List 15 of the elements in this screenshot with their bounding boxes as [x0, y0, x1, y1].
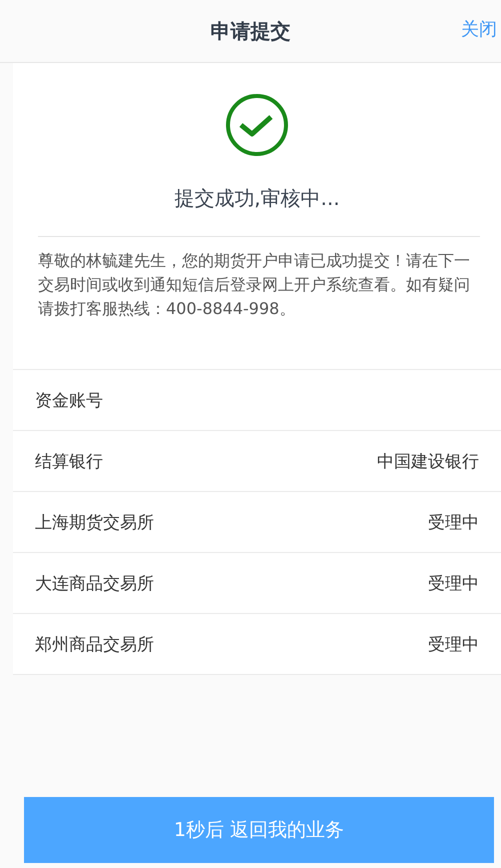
- row-value: 受理中: [428, 634, 479, 656]
- return-button[interactable]: 1秒后 返回我的业务: [24, 797, 494, 863]
- result-title: 提交成功,审核中...: [174, 185, 340, 212]
- row-label: 大连商品交易所: [35, 572, 154, 594]
- page-title: 申请提交: [210, 18, 290, 44]
- row-label: 上海期货交易所: [35, 512, 154, 534]
- close-link[interactable]: 关闭: [461, 17, 497, 41]
- row-label: 结算银行: [35, 450, 103, 472]
- row-label: 资金账号: [35, 390, 103, 412]
- row-value: 中国建设银行: [377, 450, 479, 472]
- result-message: 尊敬的林毓建先生，您的期货开户申请已成功提交！请在下一交易时间或收到通知短信后登录网上开户系统查看。如有疑问请拨打客服热线：400-8844-998。: [38, 250, 471, 320]
- row-label: 郑州商品交易所: [35, 634, 154, 656]
- success-check-icon: [225, 93, 289, 157]
- row-value: 受理中: [428, 512, 479, 534]
- row-value: 受理中: [428, 572, 479, 594]
